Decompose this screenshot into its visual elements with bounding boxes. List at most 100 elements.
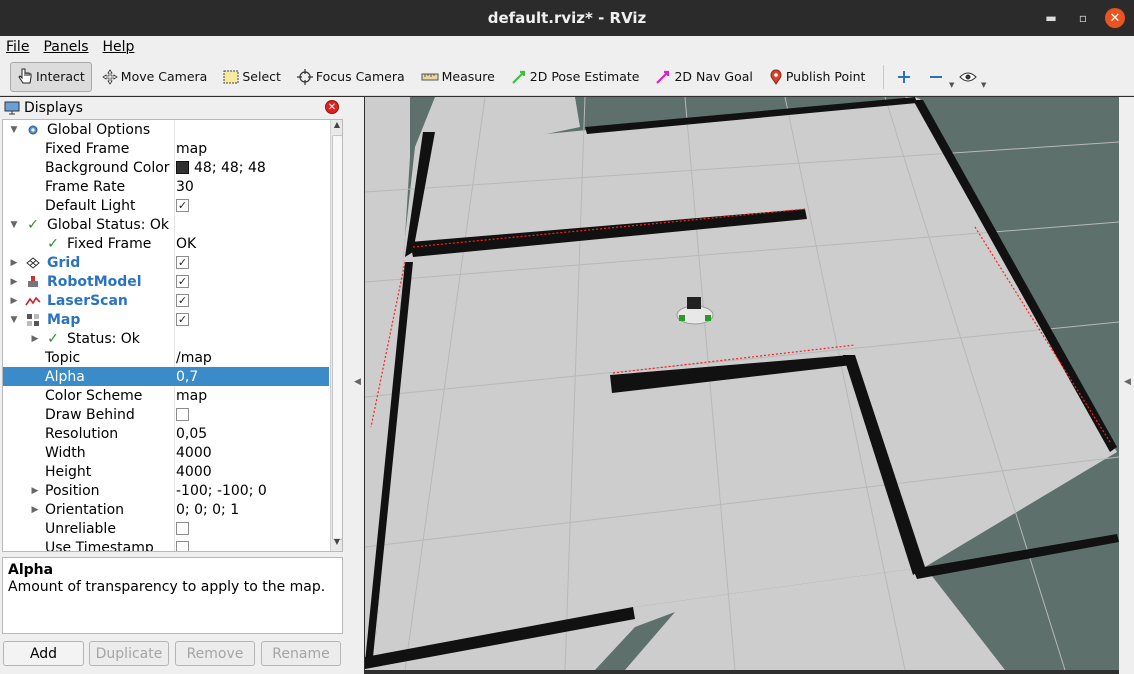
minimize-button[interactable]: ▬ xyxy=(1041,8,1061,28)
checkbox[interactable] xyxy=(176,541,189,551)
tool-interact[interactable]: Interact xyxy=(10,61,92,92)
tool-measure[interactable]: Measure xyxy=(415,62,501,92)
checkbox[interactable]: ✓ xyxy=(176,275,189,288)
duplicate-button[interactable]: Duplicate xyxy=(89,641,169,666)
tree-scrollbar[interactable]: ▲ ▼ xyxy=(330,120,342,551)
collapse-left-icon[interactable]: ◀ xyxy=(354,377,361,387)
3d-viewport[interactable] xyxy=(365,97,1119,670)
tree-row[interactable]: Frame Rate 30 xyxy=(3,177,329,196)
menu-file[interactable]: File xyxy=(6,39,29,55)
row-value: 0,7 xyxy=(176,369,198,385)
row-value[interactable]: ✓ xyxy=(176,294,189,307)
checkbox[interactable] xyxy=(176,408,189,421)
tool-publish-point[interactable]: Publish Point xyxy=(763,62,872,92)
row-name: Global Options xyxy=(47,121,151,138)
tree-row[interactable]: ✓ Fixed Frame OK xyxy=(3,234,329,253)
tree-row[interactable]: ▶ RobotModel ✓ xyxy=(3,272,329,291)
rename-button[interactable]: Rename xyxy=(261,641,341,666)
tree-row[interactable]: Width 4000 xyxy=(3,443,329,462)
right-splitter[interactable]: ◀ xyxy=(1119,97,1134,674)
hand-pointer-icon xyxy=(18,68,32,83)
add-button[interactable]: Add xyxy=(3,641,84,666)
checkbox[interactable]: ✓ xyxy=(176,313,189,326)
tree-row[interactable]: Default Light ✓ xyxy=(3,196,329,215)
expand-open-icon[interactable]: ▼ xyxy=(9,315,19,325)
tree-row[interactable]: ▼ Map ✓ xyxy=(3,310,329,329)
tree-row[interactable]: ▶ LaserScan ✓ xyxy=(3,291,329,310)
remove-tool-button[interactable]: ▼ xyxy=(924,63,954,91)
expand-closed-icon[interactable]: ▶ xyxy=(9,258,19,268)
tree-row[interactable]: Alpha 0,7 xyxy=(3,367,329,386)
row-value[interactable]: ✓ xyxy=(176,256,189,269)
maximize-button[interactable]: ▫ xyxy=(1073,8,1093,28)
row-value[interactable] xyxy=(176,522,189,535)
row-name: Resolution xyxy=(45,425,119,442)
expand-closed-icon[interactable]: ▶ xyxy=(9,296,19,306)
tree-row[interactable]: ▶ Position -100; -100; 0 xyxy=(3,481,329,500)
magenta-arrow-icon xyxy=(656,70,670,84)
tree-row[interactable]: Draw Behind xyxy=(3,405,329,424)
expand-open-icon[interactable]: ▼ xyxy=(9,220,19,230)
tool-2d-nav-goal[interactable]: 2D Nav Goal xyxy=(649,62,758,92)
focus-camera-icon xyxy=(296,68,313,85)
row-value[interactable]: ✓ xyxy=(176,275,189,288)
collapse-right-icon[interactable]: ◀ xyxy=(1124,377,1131,387)
row-value-text: 48; 48; 48 xyxy=(194,159,266,176)
expand-closed-icon[interactable]: ▶ xyxy=(30,505,40,515)
displays-panel-header: Displays ✕ xyxy=(0,97,344,119)
row-name: RobotModel xyxy=(47,273,142,290)
expand-closed-icon[interactable]: ▶ xyxy=(9,277,19,287)
tree-row[interactable]: Use Timestamp xyxy=(3,538,329,551)
checkbox[interactable]: ✓ xyxy=(176,256,189,269)
tree-row[interactable]: Resolution 0,05 xyxy=(3,424,329,443)
row-value: 0; 0; 0; 1 xyxy=(176,502,239,518)
close-window-button[interactable]: ✕ xyxy=(1105,8,1125,28)
row-name: Status: Ok xyxy=(67,330,140,347)
tool-2d-nav-goal-label: 2D Nav Goal xyxy=(674,69,753,84)
plus-icon xyxy=(898,70,911,83)
displays-tree[interactable]: ▼ Global Options Fixed Frame map Background … xyxy=(2,119,343,552)
description-text: Amount of transparency to apply to the m… xyxy=(8,579,326,595)
tool-2d-pose-estimate[interactable]: 2D Pose Estimate xyxy=(505,62,646,92)
close-icon: ✕ xyxy=(327,101,337,113)
row-value[interactable] xyxy=(176,541,189,551)
close-panel-button[interactable]: ✕ xyxy=(325,100,339,114)
scroll-up-icon[interactable]: ▲ xyxy=(331,120,342,134)
remove-button[interactable]: Remove xyxy=(175,641,255,666)
map-render[interactable] xyxy=(365,97,1119,670)
tree-row[interactable]: Color Scheme map xyxy=(3,386,329,405)
expand-closed-icon[interactable]: ▶ xyxy=(30,486,40,496)
add-tool-button[interactable] xyxy=(892,63,916,91)
checkbox[interactable]: ✓ xyxy=(176,199,189,212)
tree-row[interactable]: ▼ Global Options xyxy=(3,120,329,139)
tool-move-camera[interactable]: Move Camera xyxy=(96,62,214,92)
tree-row[interactable]: Fixed Frame map xyxy=(3,139,329,158)
tree-row[interactable]: Height 4000 xyxy=(3,462,329,481)
expand-closed-icon[interactable]: ▶ xyxy=(30,334,40,344)
tree-row[interactable]: ▶ Orientation 0; 0; 0; 1 xyxy=(3,500,329,519)
checkbox[interactable]: ✓ xyxy=(176,294,189,307)
tool-focus-camera[interactable]: Focus Camera xyxy=(291,62,411,92)
scroll-down-icon[interactable]: ▼ xyxy=(331,537,342,551)
menu-panels[interactable]: Panels xyxy=(43,39,88,55)
color-swatch[interactable] xyxy=(176,161,189,174)
checkbox[interactable] xyxy=(176,522,189,535)
tree-row[interactable]: Topic/map xyxy=(3,348,329,367)
tool-select[interactable]: Select xyxy=(217,62,287,92)
row-value[interactable] xyxy=(176,408,189,421)
toolbar-separator xyxy=(883,64,885,89)
row-value[interactable]: ✓ xyxy=(176,313,189,326)
tree-row[interactable]: ▶ Grid ✓ xyxy=(3,253,329,272)
panel-splitter[interactable]: ◀ xyxy=(344,97,364,674)
close-icon: ✕ xyxy=(1109,10,1121,26)
tool-move-camera-label: Move Camera xyxy=(120,69,208,84)
scrollbar-thumb[interactable] xyxy=(332,135,342,540)
view-options-button[interactable]: ▼ xyxy=(956,63,986,91)
tree-row[interactable]: Unreliable xyxy=(3,519,329,538)
expand-open-icon[interactable]: ▼ xyxy=(9,125,19,135)
row-value[interactable]: ✓ xyxy=(176,199,189,212)
tree-row[interactable]: ▶ ✓ Status: Ok xyxy=(3,329,329,348)
menu-help[interactable]: Help xyxy=(103,39,135,55)
tree-row[interactable]: Background Color 48; 48; 48 xyxy=(3,158,329,177)
tree-row[interactable]: ▼ ✓ Global Status: Ok xyxy=(3,215,329,234)
